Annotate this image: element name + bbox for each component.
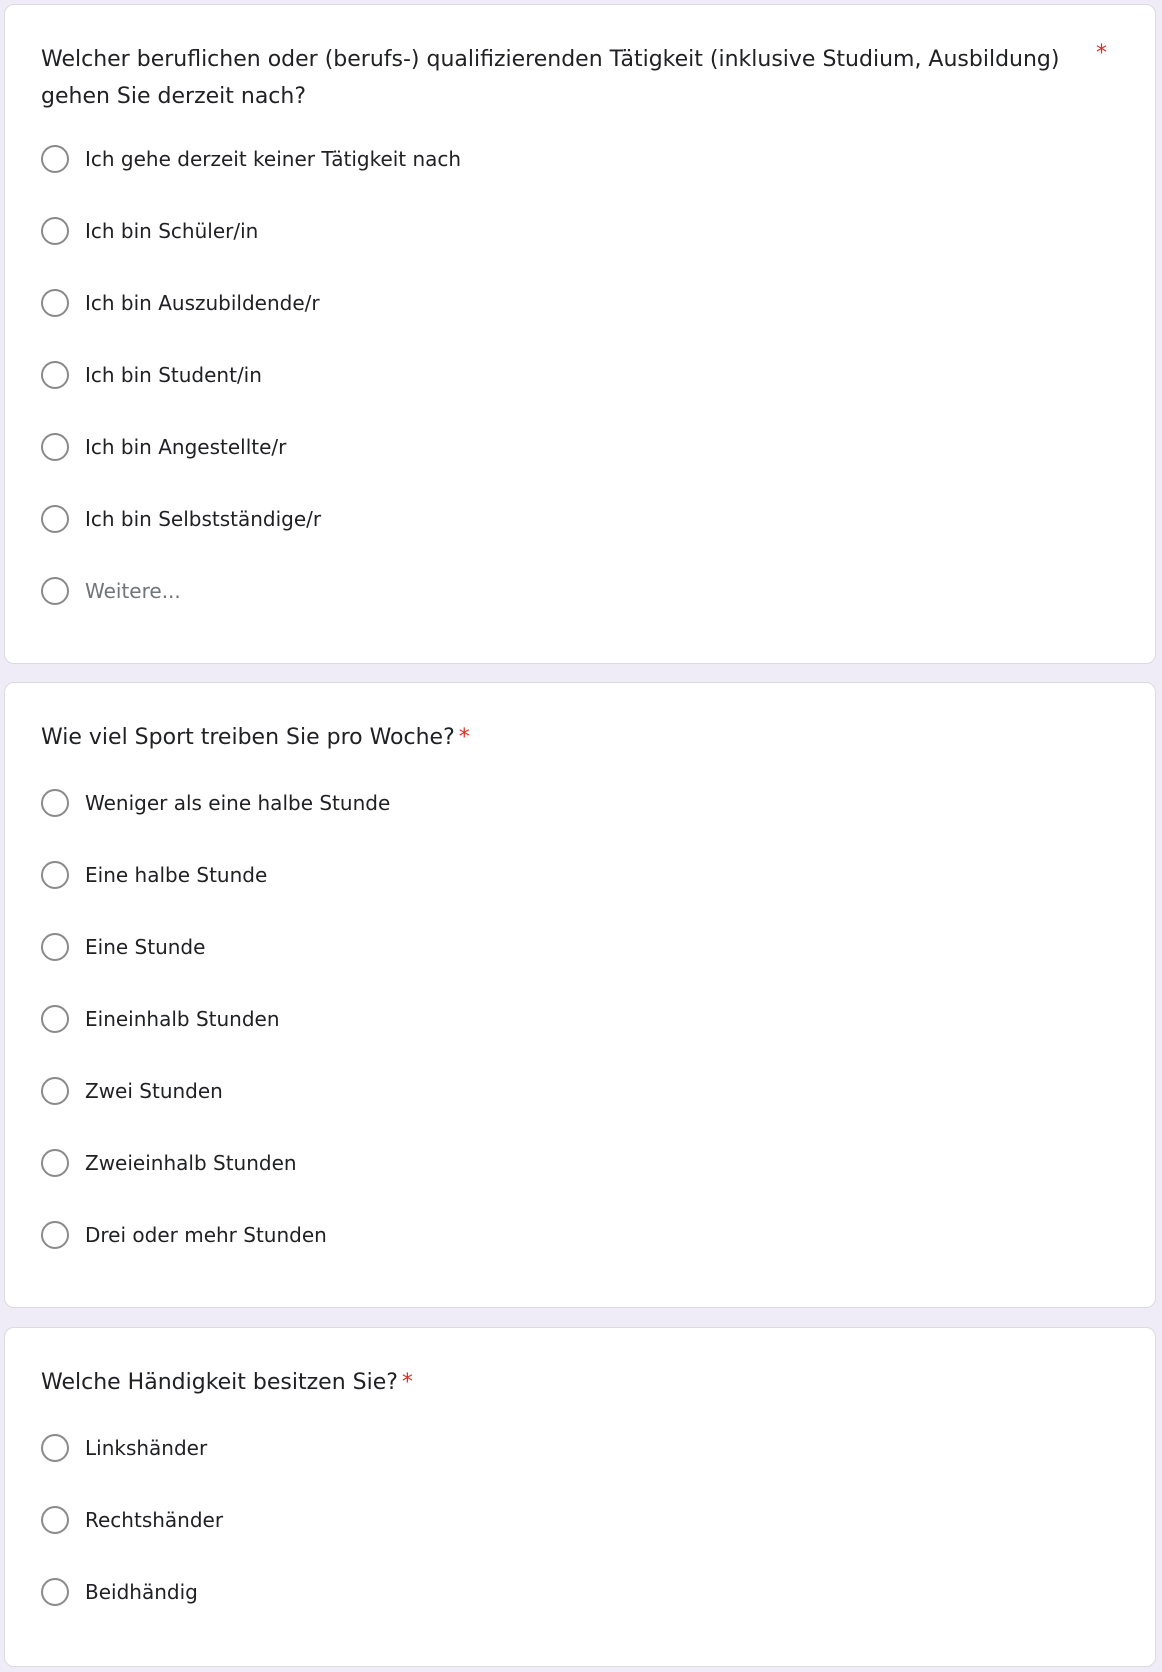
radio-option[interactable]: Ich bin Student/in: [41, 359, 262, 391]
question-title-line-2: gehen Sie derzeit nach?: [41, 84, 307, 109]
question-title-line-1: Welcher beruflichen oder (berufs-) quali…: [41, 47, 1060, 72]
radio-option[interactable]: Drei oder mehr Stunden: [41, 1219, 327, 1251]
radio-option[interactable]: Eine Stunde: [41, 931, 205, 963]
option-label: Ich bin Selbstständige/r: [85, 507, 322, 531]
question-title: Wie viel Sport treiben Sie pro Woche? *: [41, 719, 470, 756]
radio-option[interactable]: Eineinhalb Stunden: [41, 1003, 280, 1035]
radio-option[interactable]: Weniger als eine halbe Stunde: [41, 787, 390, 819]
option-label: Ich bin Angestellte/r: [85, 435, 287, 459]
radio-option[interactable]: Ich bin Selbstständige/r: [41, 503, 321, 535]
radio-option[interactable]: Linkshänder: [41, 1432, 207, 1464]
radio-button[interactable]: [41, 145, 69, 173]
option-label: Ich bin Student/in: [85, 363, 262, 387]
other-option-placeholder[interactable]: Weitere...: [85, 579, 181, 603]
radio-option[interactable]: Beidhändig: [41, 1576, 198, 1608]
option-label: Linkshänder: [85, 1436, 208, 1460]
option-label: Eine Stunde: [85, 935, 206, 959]
option-label: Zwei Stunden: [85, 1079, 223, 1103]
radio-option[interactable]: Ich bin Schüler/in: [41, 215, 258, 247]
option-label: Eineinhalb Stunden: [85, 1007, 280, 1031]
radio-option[interactable]: Zweieinhalb Stunden: [41, 1147, 297, 1179]
option-label: Zweieinhalb Stunden: [85, 1151, 297, 1175]
radio-button[interactable]: [41, 217, 69, 245]
question-card-handedness: Welche Händigkeit besitzen Sie? * Linkshä…: [4, 1327, 1156, 1667]
radio-option[interactable]: Rechtshänder: [41, 1504, 223, 1536]
radio-option-other[interactable]: Weitere...: [41, 575, 181, 607]
radio-option[interactable]: Ich gehe derzeit keiner Tätigkeit nach: [41, 143, 461, 175]
radio-button[interactable]: [41, 577, 69, 605]
radio-option[interactable]: Eine halbe Stunde: [41, 859, 267, 891]
option-label: Beidhändig: [85, 1580, 198, 1604]
radio-button[interactable]: [41, 1005, 69, 1033]
radio-button[interactable]: [41, 361, 69, 389]
radio-button[interactable]: [41, 1221, 69, 1249]
radio-button[interactable]: [41, 433, 69, 461]
option-label: Drei oder mehr Stunden: [85, 1223, 327, 1247]
radio-button[interactable]: [41, 1077, 69, 1105]
question-card-occupation: Welcher beruflichen oder (berufs-) quali…: [4, 4, 1156, 664]
radio-option[interactable]: Ich bin Angestellte/r: [41, 431, 286, 463]
radio-button[interactable]: [41, 505, 69, 533]
radio-button[interactable]: [41, 933, 69, 961]
radio-option[interactable]: Ich bin Auszubildende/r: [41, 287, 320, 319]
radio-button[interactable]: [41, 861, 69, 889]
radio-button[interactable]: [41, 789, 69, 817]
option-label: Ich gehe derzeit keiner Tätigkeit nach: [85, 147, 462, 171]
radio-button[interactable]: [41, 1578, 69, 1606]
required-asterisk: *: [458, 725, 470, 750]
option-label: Ich bin Schüler/in: [85, 219, 259, 243]
option-label: Weniger als eine halbe Stunde: [85, 791, 391, 815]
option-label: Eine halbe Stunde: [85, 863, 268, 887]
question-title-text: Wie viel Sport treiben Sie pro Woche?: [41, 725, 455, 750]
radio-button[interactable]: [41, 1149, 69, 1177]
radio-button[interactable]: [41, 289, 69, 317]
option-label: Rechtshänder: [85, 1508, 224, 1532]
question-title: Welche Händigkeit besitzen Sie? *: [41, 1364, 413, 1401]
required-asterisk: *: [1096, 41, 1107, 66]
radio-button[interactable]: [41, 1434, 69, 1462]
question-card-sport: Wie viel Sport treiben Sie pro Woche? * W…: [4, 682, 1156, 1308]
option-label: Ich bin Auszubildende/r: [85, 291, 320, 315]
required-asterisk: *: [401, 1370, 413, 1395]
question-title: Welcher beruflichen oder (berufs-) quali…: [41, 41, 1059, 115]
radio-option[interactable]: Zwei Stunden: [41, 1075, 223, 1107]
radio-button[interactable]: [41, 1506, 69, 1534]
question-title-text: Welche Händigkeit besitzen Sie?: [41, 1370, 398, 1395]
